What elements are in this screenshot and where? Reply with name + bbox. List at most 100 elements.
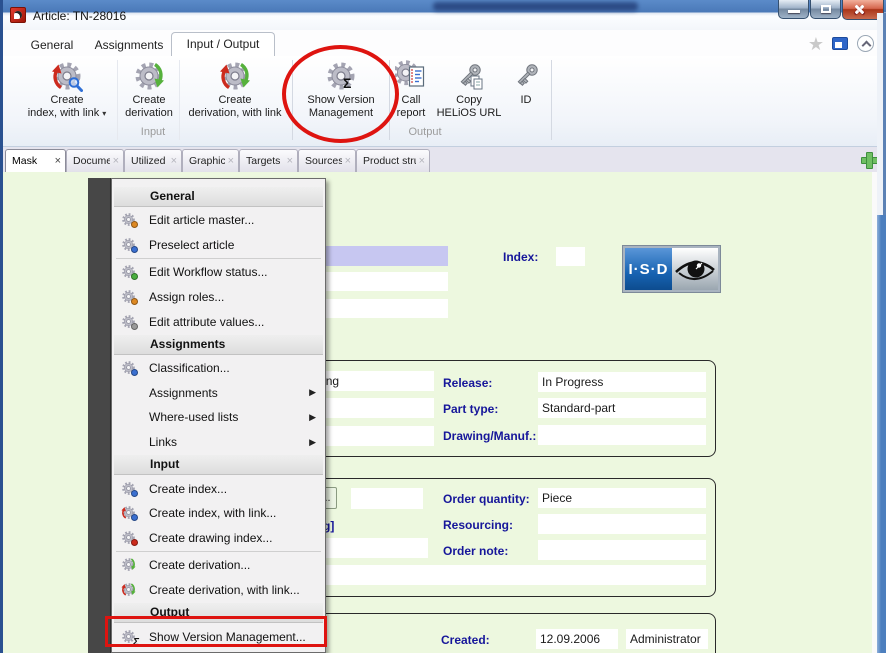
doc-tab-graphic[interactable]: Graphic× bbox=[182, 149, 239, 172]
menu-header-general: General bbox=[114, 187, 323, 207]
doc-tab-product-structure[interactable]: Product structure× bbox=[356, 149, 430, 172]
tab-close-icon[interactable]: × bbox=[228, 155, 234, 167]
menu-item-where-used-lists[interactable]: Where-used lists ▶ bbox=[112, 405, 325, 430]
ribbon-group-label-output: Output bbox=[387, 126, 463, 138]
caption-buttons bbox=[777, 0, 884, 20]
ribbon-tab-general[interactable]: General bbox=[19, 35, 85, 56]
ribbon-button-id[interactable]: ID bbox=[507, 58, 545, 140]
maximize-icon bbox=[821, 5, 831, 13]
menu-shadow-column bbox=[88, 178, 111, 653]
window-panel-icon[interactable] bbox=[832, 37, 848, 50]
menu-item-assignments[interactable]: Assignments ▶ bbox=[112, 381, 325, 406]
gear-sigma-icon: Σ bbox=[121, 629, 138, 645]
document-tab-strip: Mask× Documents× Utilized items× Graphic… bbox=[3, 147, 886, 172]
group-separator bbox=[551, 60, 552, 140]
app-icon bbox=[10, 7, 26, 23]
drawing-manuf-field[interactable] bbox=[538, 425, 706, 445]
window-right-border bbox=[877, 13, 886, 215]
menu-item-edit-article-master[interactable]: Edit article master... bbox=[112, 208, 325, 233]
isd-logo-text: I·S·D bbox=[625, 248, 672, 290]
menu-item-create-drawing-index[interactable]: Create drawing index... bbox=[112, 526, 325, 551]
gear-red-arrow-magnifier-icon bbox=[17, 60, 117, 94]
created-user-field[interactable] bbox=[626, 629, 708, 649]
menu-item-create-derivation[interactable]: Create derivation... bbox=[112, 553, 325, 578]
ribbon-tab-input-output[interactable]: Input / Output bbox=[171, 32, 275, 56]
part-type-label: Part type: bbox=[443, 402, 498, 416]
submenu-arrow-icon: ▶ bbox=[309, 387, 316, 398]
created-date-field[interactable] bbox=[536, 629, 618, 649]
group-separator bbox=[292, 60, 293, 140]
tab-close-icon[interactable]: × bbox=[55, 155, 61, 167]
parent-window-title-blur bbox=[433, 2, 638, 11]
context-menu: General Edit article master... Preselect… bbox=[111, 178, 326, 653]
isd-eye-icon bbox=[672, 248, 718, 290]
tab-close-icon[interactable]: × bbox=[345, 155, 351, 167]
resourcing-field[interactable] bbox=[538, 514, 706, 534]
article-window: Article: TN-28016 General Assignments In… bbox=[0, 0, 886, 653]
gear-green-red-arrows-icon bbox=[181, 60, 289, 94]
gear-pencil-icon bbox=[121, 212, 138, 228]
order-quantity-label: Order quantity: bbox=[443, 492, 530, 506]
menu-item-create-derivation-with-link[interactable]: Create derivation, with link... bbox=[112, 578, 325, 603]
created-label: Created: bbox=[441, 633, 490, 647]
menu-item-create-index-with-link[interactable]: Create index, with link... bbox=[112, 501, 325, 526]
menu-item-links[interactable]: Links ▶ bbox=[112, 430, 325, 455]
isd-logo: I·S·D bbox=[623, 246, 720, 292]
release-field[interactable] bbox=[538, 372, 706, 392]
doc-tab-sources[interactable]: Sources× bbox=[298, 149, 356, 172]
menu-item-show-version-management[interactable]: Σ Show Version Management... bbox=[112, 624, 325, 649]
menu-item-assign-roles[interactable]: Assign roles... bbox=[112, 285, 325, 310]
doc-tab-documents[interactable]: Documents× bbox=[66, 149, 124, 172]
index-label: Index: bbox=[503, 250, 538, 264]
tab-close-icon[interactable]: × bbox=[113, 155, 119, 167]
menu-header-input: Input bbox=[114, 455, 323, 475]
tab-close-icon[interactable]: × bbox=[171, 155, 177, 167]
gear-classification-icon bbox=[121, 360, 138, 376]
gear-attributes-icon bbox=[121, 314, 138, 330]
gear-drawing-index-icon bbox=[121, 530, 138, 546]
menu-item-create-index[interactable]: Create index... bbox=[112, 476, 325, 501]
gear-sigma-icon: Σ bbox=[295, 60, 387, 94]
doc-tab-targets[interactable]: Targets× bbox=[239, 149, 298, 172]
index-field[interactable] bbox=[556, 247, 585, 266]
order-wide-field[interactable] bbox=[271, 565, 706, 585]
ribbon: Create index, with link ▾ Create derivat… bbox=[3, 56, 886, 147]
maximize-button[interactable] bbox=[810, 0, 841, 19]
add-tab-plus-icon[interactable] bbox=[859, 150, 878, 169]
tab-close-icon[interactable]: × bbox=[419, 155, 425, 167]
order-note-field[interactable] bbox=[538, 540, 706, 560]
dropdown-caret-icon: ▾ bbox=[102, 109, 106, 118]
menu-item-edit-attribute-values[interactable]: Edit attribute values... bbox=[112, 309, 325, 334]
gear-index-link-icon bbox=[121, 505, 138, 521]
submenu-arrow-icon: ▶ bbox=[309, 437, 316, 448]
menu-item-edit-workflow-status[interactable]: Edit Workflow status... bbox=[112, 260, 325, 285]
menu-item-cut-off[interactable] bbox=[112, 649, 325, 653]
minimize-button[interactable] bbox=[778, 0, 809, 19]
doc-tab-utilized-items[interactable]: Utilized items× bbox=[124, 149, 182, 172]
menu-separator bbox=[116, 551, 321, 552]
collapse-ribbon-chevron-icon[interactable] bbox=[857, 35, 874, 52]
gear-index-icon bbox=[121, 481, 138, 497]
ribbon-button-show-version-management[interactable]: Σ Show Version Management bbox=[295, 58, 387, 140]
gear-blue-icon bbox=[121, 237, 138, 253]
part-type-field[interactable] bbox=[538, 398, 706, 418]
gear-derivation-link-icon bbox=[121, 582, 138, 598]
order-note-label: Order note: bbox=[443, 544, 508, 558]
gear-report-icon bbox=[391, 60, 431, 94]
menu-separator bbox=[116, 258, 321, 259]
tab-close-icon[interactable]: × bbox=[287, 155, 293, 167]
submenu-arrow-icon: ▶ bbox=[309, 412, 316, 423]
ribbon-tab-assignments[interactable]: Assignments bbox=[89, 35, 169, 56]
favorite-star-icon[interactable]: ★ bbox=[808, 33, 824, 55]
doc-tab-mask[interactable]: Mask× bbox=[5, 149, 66, 172]
menu-header-assignments: Assignments bbox=[114, 335, 323, 355]
menu-item-classification[interactable]: Classification... bbox=[112, 356, 325, 381]
weight-field[interactable] bbox=[351, 488, 423, 509]
order-quantity-field[interactable] bbox=[538, 488, 706, 508]
menu-item-preselect-article[interactable]: Preselect article bbox=[112, 233, 325, 258]
menu-header-output: Output bbox=[114, 603, 323, 623]
ribbon-group-label-input: Input bbox=[17, 126, 289, 138]
drawing-manuf-label: Drawing/Manuf.: bbox=[443, 429, 536, 443]
vertical-scrollbar[interactable] bbox=[877, 215, 886, 653]
key-icon bbox=[507, 60, 545, 94]
